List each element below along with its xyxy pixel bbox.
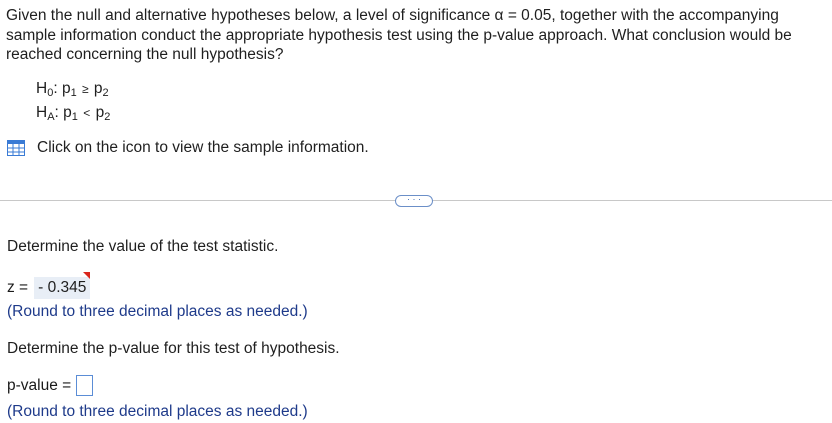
hypothesis-right: p xyxy=(95,104,105,121)
hypothesis-right-sub: 2 xyxy=(104,111,111,123)
hypothesis-left: p xyxy=(63,104,72,121)
hypothesis-relation: ≥ xyxy=(82,82,89,96)
expand-more-button[interactable]: · · · xyxy=(395,195,433,207)
hypothesis-right-sub: 2 xyxy=(102,87,109,99)
rounding-hint: (Round to three decimal places as needed… xyxy=(7,403,308,420)
z-answer-field[interactable]: - 0.345 xyxy=(34,272,91,299)
null-hypothesis: H0: p1 ≥ p2 xyxy=(36,80,109,99)
step2-prompt: Determine the p-value for this test of h… xyxy=(7,340,340,357)
hypothesis-label: H xyxy=(36,104,48,121)
hypothesis-label: H xyxy=(36,80,48,97)
z-value: - 0.345 xyxy=(38,279,87,296)
p-value-answer-row: p-value = xyxy=(7,375,94,396)
alternative-hypothesis: HA: p1 < p2 xyxy=(36,104,111,123)
hypothesis-right: p xyxy=(93,80,103,97)
z-label: z = xyxy=(7,279,29,296)
step1-prompt: Determine the value of the test statisti… xyxy=(7,238,279,255)
hypothesis-left: p xyxy=(61,80,71,97)
incorrect-flag-icon xyxy=(83,272,91,279)
sample-info-row: Click on the icon to view the sample inf… xyxy=(7,139,369,157)
question-text: Given the null and alternative hypothese… xyxy=(6,7,792,63)
z-answer-row: z = - 0.345 xyxy=(7,272,91,299)
hypothesis-left-sub: 1 xyxy=(70,87,77,99)
hypothesis-label-sub: A xyxy=(47,111,55,123)
p-value-input[interactable] xyxy=(76,375,94,396)
p-value-label: p-value = xyxy=(7,376,72,394)
rounding-hint: (Round to three decimal places as needed… xyxy=(7,303,308,320)
table-icon[interactable] xyxy=(7,140,25,156)
hypothesis-relation: < xyxy=(83,106,91,120)
sample-info-text: Click on the icon to view the sample inf… xyxy=(37,139,369,156)
hypothesis-label-sub: 0 xyxy=(47,87,54,99)
hypothesis-left-sub: 1 xyxy=(71,111,78,123)
